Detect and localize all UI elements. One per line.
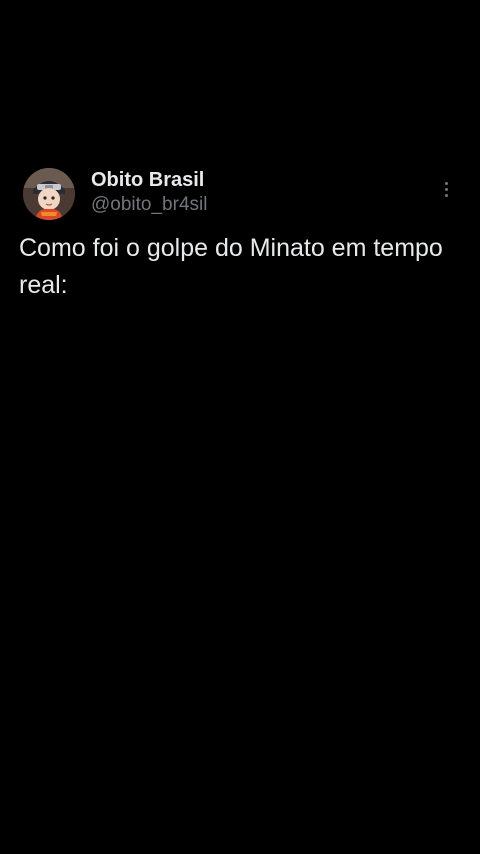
more-vertical-icon-dot: [444, 187, 448, 191]
tweet-text: Como foi o golpe do Minato em tempo real…: [19, 234, 443, 299]
avatar[interactable]: [23, 168, 75, 220]
more-vertical-icon: [444, 181, 448, 185]
tweet-card: Obito Brasil @obito_br4sil Como foi o go…: [0, 0, 480, 854]
user-handle[interactable]: @obito_br4sil: [91, 194, 207, 216]
display-name[interactable]: Obito Brasil: [91, 168, 204, 192]
more-vertical-icon-dot: [444, 193, 448, 197]
anime-character-avatar-icon: [23, 168, 75, 220]
more-options-button[interactable]: [436, 176, 456, 202]
